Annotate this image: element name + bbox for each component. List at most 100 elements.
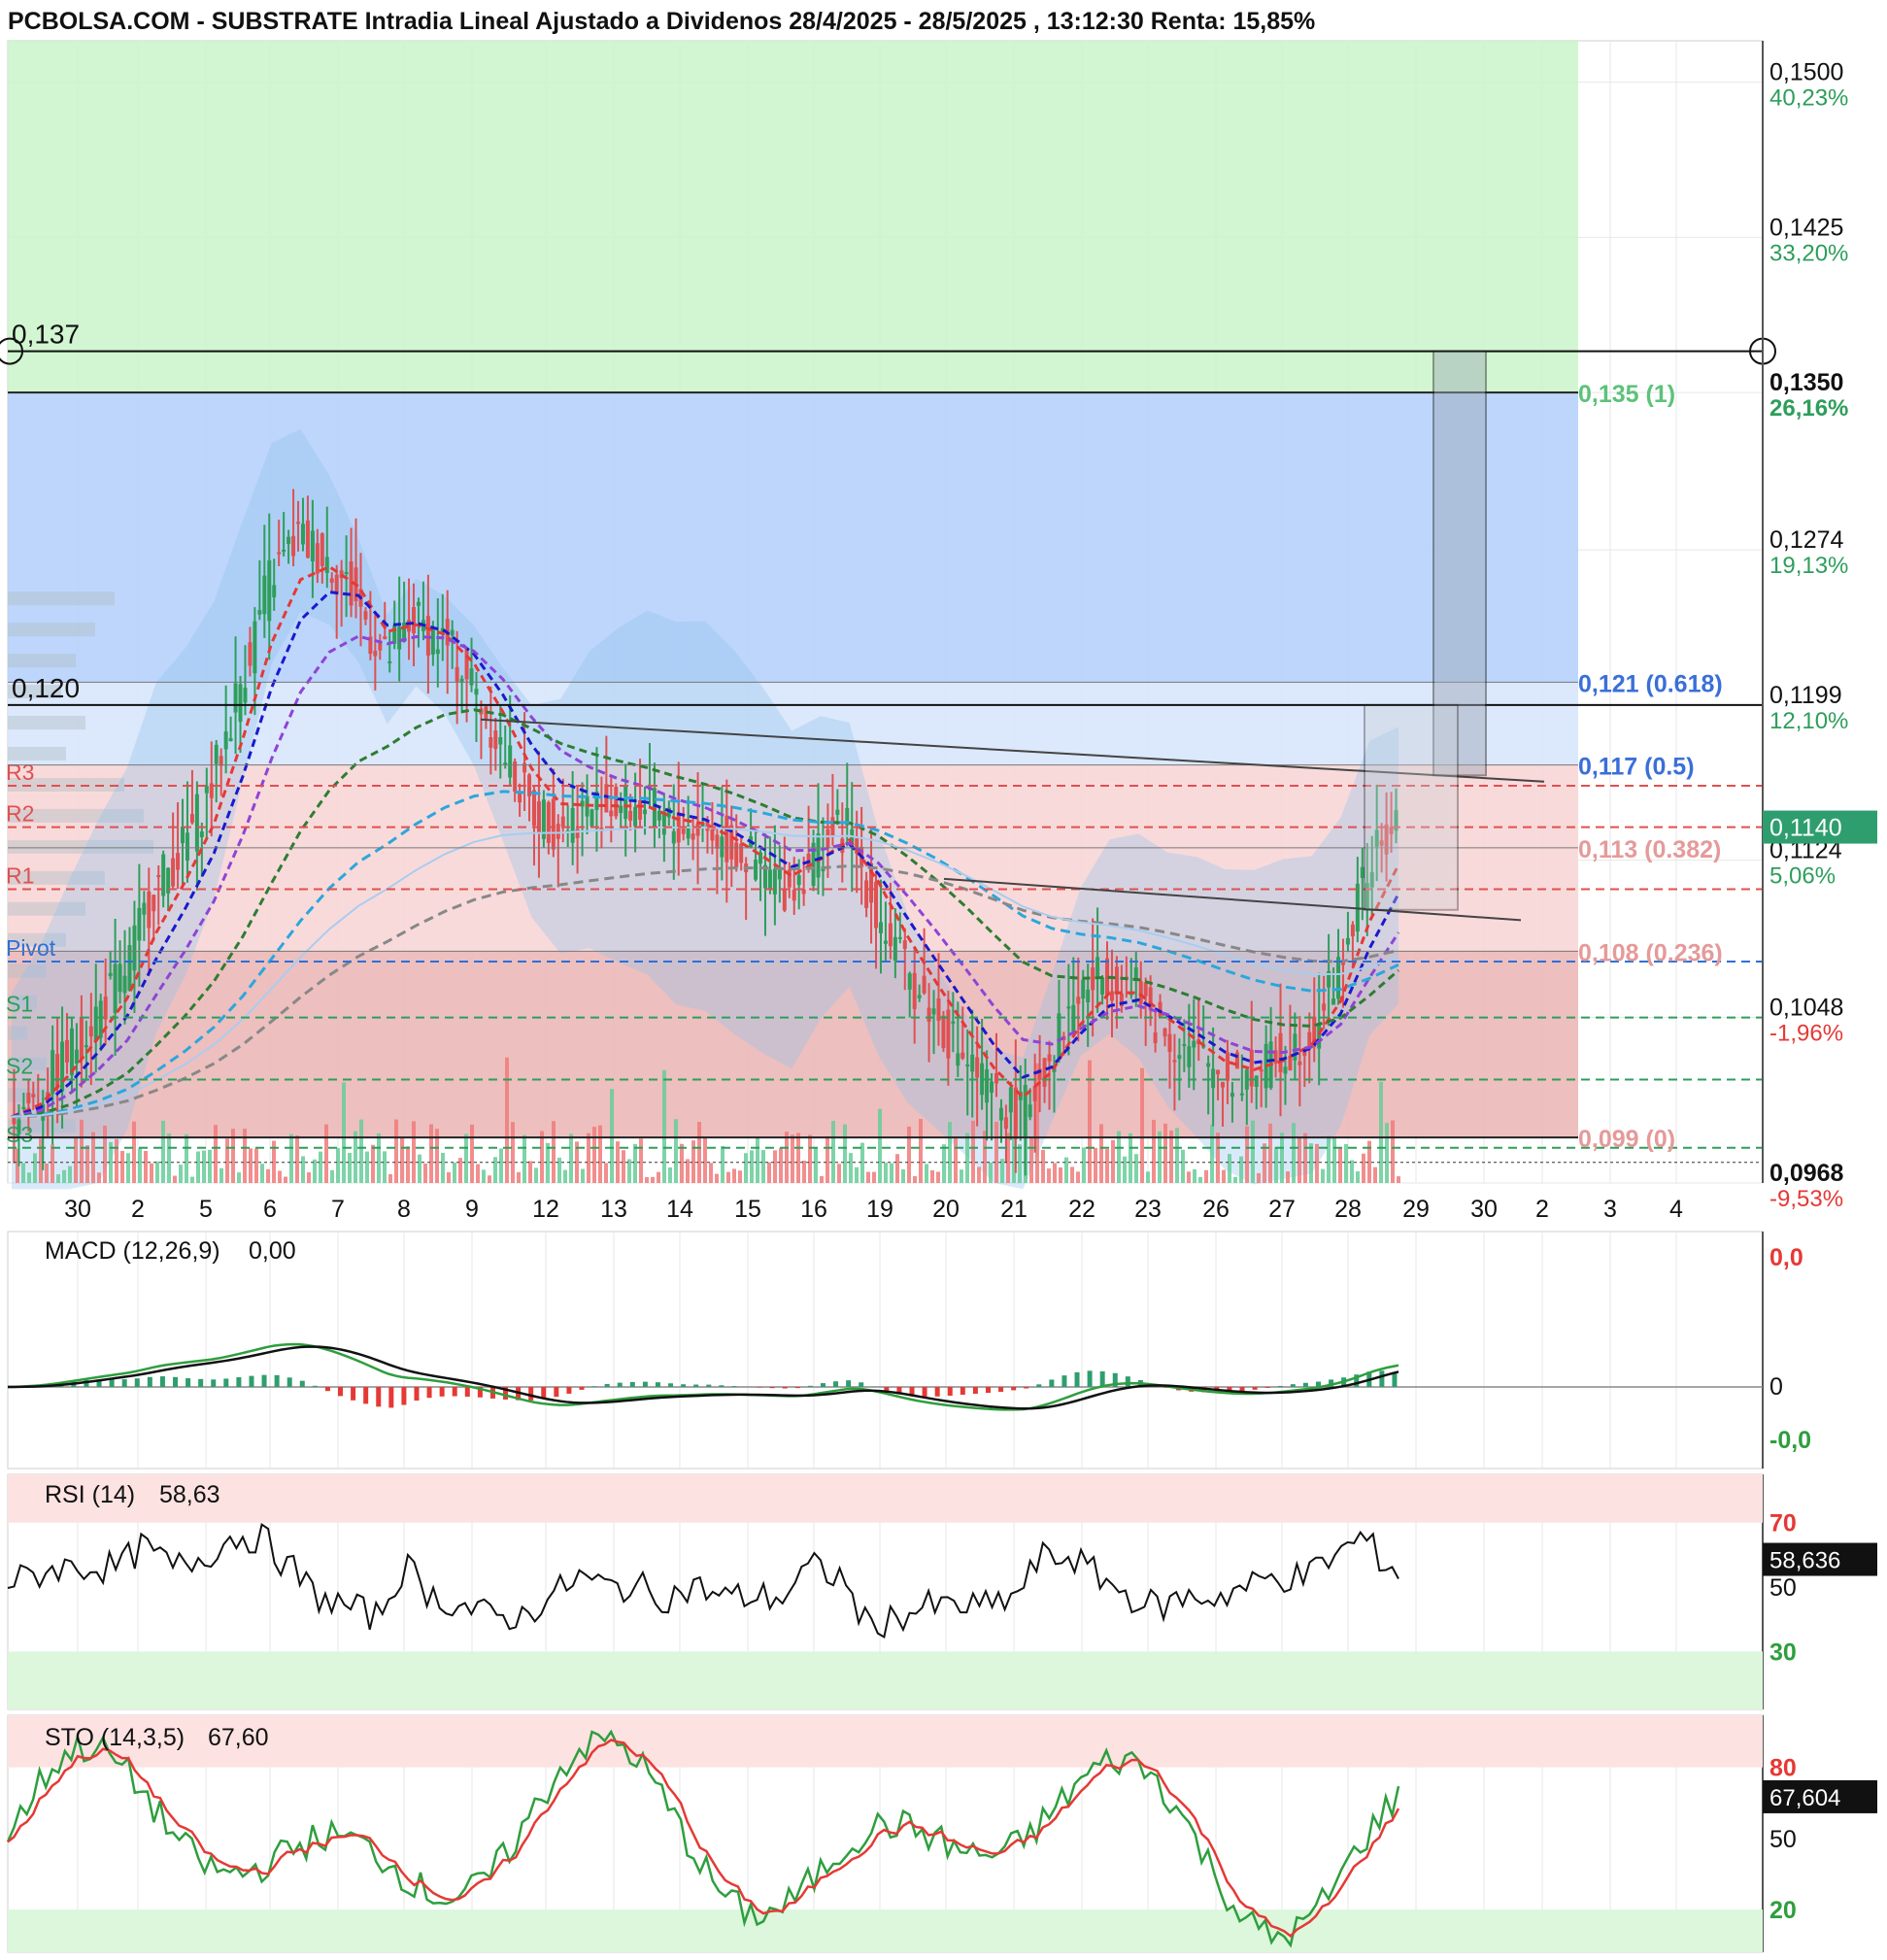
- volume-bar: [1245, 1126, 1249, 1183]
- volume-bar: [639, 1138, 643, 1183]
- volume-bar: [610, 1089, 614, 1183]
- candle-body: [277, 552, 282, 555]
- macd-histogram-bar: [579, 1387, 585, 1390]
- candle-body: [1042, 1058, 1047, 1087]
- candle-body: [695, 823, 700, 836]
- candle-body: [560, 816, 565, 827]
- volume-bar: [587, 1132, 590, 1183]
- volume-bar: [505, 1057, 509, 1183]
- percent-tick-label: 12,10%: [1769, 708, 1848, 734]
- volume-bar: [977, 1166, 981, 1183]
- volume-bar: [1379, 1081, 1383, 1183]
- volume-bar: [1356, 1171, 1360, 1183]
- candle-body: [792, 890, 796, 901]
- pivot-label: S3: [6, 1122, 33, 1147]
- volume-bar: [948, 1122, 952, 1183]
- volume-bar: [423, 1164, 427, 1183]
- candle-body: [1095, 957, 1100, 977]
- candle-body: [142, 902, 147, 915]
- volume-bar: [1064, 1157, 1068, 1183]
- volume-bar: [406, 1146, 410, 1183]
- candle-body: [189, 814, 194, 824]
- volume-bar: [249, 1148, 253, 1183]
- macd-tick-label: -0,0: [1769, 1427, 1811, 1454]
- volume-bar: [1344, 1144, 1348, 1183]
- volume-bar: [1321, 1168, 1325, 1183]
- candle-body: [233, 683, 238, 713]
- volume-bar: [907, 1126, 911, 1183]
- volume-bar: [371, 1144, 375, 1183]
- fib-label: 0,135 (1): [1578, 381, 1675, 408]
- macd-histogram-bar: [426, 1387, 432, 1399]
- date-tick-label: 21: [1000, 1196, 1028, 1223]
- candle-body: [1221, 1082, 1226, 1088]
- candle-body: [531, 790, 536, 827]
- volume-bar: [470, 1124, 474, 1183]
- candle-body: [176, 853, 181, 870]
- volume-bar: [1303, 1132, 1307, 1183]
- candle-body: [691, 833, 695, 840]
- volume-bar: [913, 1175, 917, 1183]
- sto-oversold-zone: [8, 1909, 1763, 1952]
- candle-body: [315, 543, 320, 574]
- candle-body: [796, 875, 801, 886]
- candle-body: [1172, 1060, 1177, 1063]
- macd-histogram-bar: [960, 1387, 965, 1395]
- fib-label: 0,108 (0.236): [1578, 939, 1723, 966]
- volume-bar: [557, 1157, 561, 1183]
- volume-bar: [738, 1170, 742, 1183]
- volume-bar: [85, 1145, 89, 1183]
- macd-histogram-bar: [1277, 1385, 1283, 1387]
- volume-bar: [1210, 1124, 1214, 1183]
- volume-bar: [954, 1138, 958, 1183]
- macd-histogram-bar: [757, 1387, 762, 1388]
- volume-bar: [447, 1171, 451, 1183]
- macd-histogram-bar: [121, 1379, 127, 1387]
- pivot-label: S1: [6, 992, 33, 1017]
- candle-body: [917, 995, 922, 998]
- volume-bar: [1268, 1123, 1272, 1183]
- volume-bar: [517, 1171, 521, 1183]
- candle-body: [122, 975, 127, 994]
- volume-bar: [1181, 1149, 1185, 1183]
- macd-histogram-bar: [1011, 1387, 1017, 1391]
- volume-bar: [878, 1108, 882, 1183]
- macd-histogram-bar: [1087, 1370, 1093, 1387]
- volume-bar: [499, 1148, 503, 1183]
- volume-bar: [1193, 1168, 1196, 1183]
- macd-histogram-bar: [922, 1387, 927, 1398]
- candle-body: [489, 737, 493, 748]
- candle-body: [31, 1094, 36, 1098]
- candle-body: [643, 809, 648, 815]
- volume-bar: [1350, 1160, 1354, 1183]
- volume-bar: [1158, 1131, 1162, 1183]
- volume-bar: [791, 1134, 794, 1183]
- date-tick-label: 8: [397, 1196, 411, 1223]
- macd-histogram-bar: [286, 1377, 292, 1387]
- volume-bar: [965, 1132, 969, 1183]
- macd-histogram-bar: [324, 1387, 330, 1392]
- volume-bar: [377, 1132, 381, 1183]
- candle-body: [893, 936, 897, 961]
- pivot-label: R3: [6, 760, 34, 785]
- percent-tick-label: 26,16%: [1769, 395, 1848, 422]
- macd-histogram-bar: [846, 1380, 852, 1387]
- candle-body: [1254, 1075, 1259, 1087]
- candle-body: [931, 1008, 936, 1015]
- date-tick-label: 29: [1402, 1196, 1430, 1223]
- candle-body: [724, 815, 729, 862]
- macd-histogram-bar: [1290, 1384, 1296, 1387]
- volume-bar: [1385, 1123, 1389, 1183]
- candle-body: [474, 689, 479, 695]
- candle-body: [1322, 1003, 1327, 1011]
- volume-bar: [1338, 1147, 1342, 1183]
- volume-bar: [365, 1151, 369, 1183]
- candle-body: [734, 842, 739, 867]
- candle-body: [619, 805, 623, 813]
- candle-body: [638, 800, 643, 820]
- candle-body: [994, 1073, 998, 1084]
- macd-histogram-bar: [719, 1385, 724, 1387]
- macd-histogram-bar: [159, 1376, 165, 1387]
- macd-histogram-bar: [464, 1387, 470, 1397]
- volume-bar: [144, 1150, 148, 1183]
